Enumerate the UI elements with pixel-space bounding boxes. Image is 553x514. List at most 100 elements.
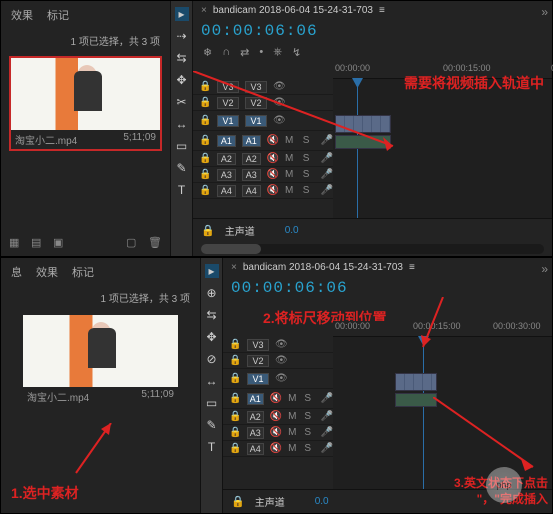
tool-4[interactable]: ⊘ — [205, 352, 219, 366]
lock-icon[interactable]: 🔒 — [199, 185, 211, 196]
mute-icon[interactable]: 🔇 — [267, 153, 279, 164]
audio-clip-segment[interactable] — [395, 393, 437, 407]
mute-icon[interactable]: 🔇 — [267, 185, 279, 196]
tool-1[interactable]: ⊕ — [205, 286, 219, 300]
mic-icon[interactable]: 🎤 — [321, 153, 333, 164]
tool-0[interactable]: ▸ — [175, 7, 189, 21]
s-icon[interactable]: S — [304, 411, 314, 422]
track-toggle[interactable]: A1 — [247, 393, 264, 405]
tool-7[interactable]: ✎ — [205, 418, 219, 432]
video-clip-segment[interactable] — [395, 373, 437, 391]
video-clip-segment[interactable] — [335, 115, 391, 133]
track-toggle[interactable]: A3 — [247, 427, 264, 439]
track-toggle-2[interactable]: A4 — [242, 185, 261, 197]
mute-icon[interactable]: 🔇 — [267, 135, 279, 146]
lock-icon[interactable]: 🔒 — [229, 355, 241, 366]
eye-icon[interactable]: 👁 — [273, 97, 285, 108]
lock-icon[interactable]: 🔒 — [199, 169, 211, 180]
tab-effects[interactable]: 效果 — [11, 7, 33, 23]
timeline-icon-3[interactable]: • — [259, 46, 263, 59]
m-icon[interactable]: M — [288, 443, 298, 454]
tool-3[interactable]: ✥ — [205, 330, 219, 344]
lock-icon[interactable]: 🔒 — [199, 153, 211, 164]
eye-icon[interactable]: 👁 — [275, 355, 287, 366]
tool-0[interactable]: ▸ — [205, 264, 219, 278]
trash-icon[interactable]: 🗑 — [148, 236, 162, 250]
track-area[interactable] — [333, 79, 552, 218]
s-icon[interactable]: S — [303, 153, 315, 164]
mic-icon[interactable]: 🎤 — [321, 427, 333, 438]
tab-markers[interactable]: 标记 — [72, 264, 94, 280]
freeform-icon[interactable]: ▣ — [53, 236, 67, 250]
track-toggle[interactable]: V3 — [217, 81, 239, 93]
new-bin-icon[interactable]: ▢ — [126, 236, 140, 250]
track-toggle[interactable]: V1 — [217, 115, 239, 127]
tool-3[interactable]: ✥ — [175, 73, 189, 87]
m-icon[interactable]: M — [285, 153, 297, 164]
time-ruler[interactable]: 00:00:0000:00:15:0000:00:30:00 — [333, 63, 552, 79]
track-toggle-2[interactable]: V1 — [245, 115, 267, 127]
track-toggle-2[interactable]: V3 — [245, 81, 267, 93]
timeline-icon-2[interactable]: ⇄ — [240, 46, 249, 59]
track-toggle[interactable]: A3 — [217, 169, 236, 181]
sequence-name[interactable]: bandicam 2018-06-04 15-24-31-703 — [213, 5, 373, 16]
track-toggle[interactable]: A4 — [247, 443, 264, 455]
timeline-icon-0[interactable]: ❄ — [203, 46, 212, 59]
track-toggle-2[interactable]: V2 — [245, 97, 267, 109]
lock-icon[interactable]: 🔒 — [229, 411, 241, 422]
mute-icon[interactable]: 🔇 — [270, 411, 282, 422]
mute-icon[interactable]: 🔇 — [270, 443, 282, 454]
lock-icon[interactable]: 🔒 — [231, 495, 245, 508]
icon-view-icon[interactable]: ▤ — [31, 236, 45, 250]
s-icon[interactable]: S — [303, 135, 315, 146]
mute-icon[interactable]: 🔇 — [270, 427, 282, 438]
mic-icon[interactable]: 🎤 — [321, 135, 333, 146]
mic-icon[interactable]: 🎤 — [321, 393, 333, 404]
menu-icon[interactable]: ≡ — [409, 262, 415, 273]
tool-1[interactable]: ⇢ — [175, 29, 189, 43]
s-icon[interactable]: S — [304, 393, 314, 404]
mute-icon[interactable]: 🔇 — [267, 169, 279, 180]
m-icon[interactable]: M — [285, 185, 297, 196]
tool-6[interactable]: ▭ — [205, 396, 219, 410]
m-icon[interactable]: M — [285, 135, 297, 146]
eye-icon[interactable]: 👁 — [275, 339, 287, 350]
tool-2[interactable]: ⇆ — [175, 51, 189, 65]
tool-5[interactable]: ↔ — [205, 374, 219, 388]
list-view-icon[interactable]: ▦ — [9, 236, 23, 250]
timecode[interactable]: 00:00:06:06 — [201, 22, 318, 40]
m-icon[interactable]: M — [288, 393, 298, 404]
tool-6[interactable]: ▭ — [175, 139, 189, 153]
eye-icon[interactable]: 👁 — [275, 373, 287, 384]
m-icon[interactable]: M — [288, 411, 298, 422]
eye-icon[interactable]: 👁 — [273, 81, 285, 92]
timeline-icon-1[interactable]: ∩ — [222, 46, 230, 59]
close-icon[interactable]: × — [231, 262, 237, 273]
lock-icon[interactable]: 🔒 — [199, 135, 211, 146]
tab-effects[interactable]: 效果 — [36, 264, 58, 280]
lock-icon[interactable]: 🔒 — [199, 81, 211, 92]
sequence-name[interactable]: bandicam 2018-06-04 15-24-31-703 — [243, 262, 403, 273]
audio-clip-segment[interactable] — [335, 135, 391, 149]
tool-4[interactable]: ✂ — [175, 95, 189, 109]
mute-icon[interactable]: 🔇 — [270, 393, 282, 404]
s-icon[interactable]: S — [304, 427, 314, 438]
clip-item[interactable]: 淘宝小二.mp4 5;11;09 — [9, 56, 162, 151]
playhead[interactable] — [423, 337, 424, 489]
lock-icon[interactable]: 🔒 — [229, 393, 241, 404]
mic-icon[interactable]: 🎤 — [321, 411, 333, 422]
track-toggle[interactable]: V1 — [247, 373, 269, 385]
track-toggle[interactable]: A4 — [217, 185, 236, 197]
tool-7[interactable]: ✎ — [175, 161, 189, 175]
mic-icon[interactable]: 🎤 — [321, 185, 333, 196]
track-toggle-2[interactable]: A2 — [242, 153, 261, 165]
tool-5[interactable]: ↔ — [175, 117, 189, 131]
track-toggle[interactable]: V2 — [217, 97, 239, 109]
menu-icon[interactable]: ≡ — [379, 5, 385, 16]
clip-item[interactable]: 淘宝小二.mp4 5;11;09 — [21, 313, 180, 408]
m-icon[interactable]: M — [285, 169, 297, 180]
track-toggle[interactable]: V3 — [247, 339, 269, 351]
track-toggle[interactable]: A2 — [217, 153, 236, 165]
track-toggle[interactable]: A2 — [247, 411, 264, 423]
lock-icon[interactable]: 🔒 — [199, 97, 211, 108]
